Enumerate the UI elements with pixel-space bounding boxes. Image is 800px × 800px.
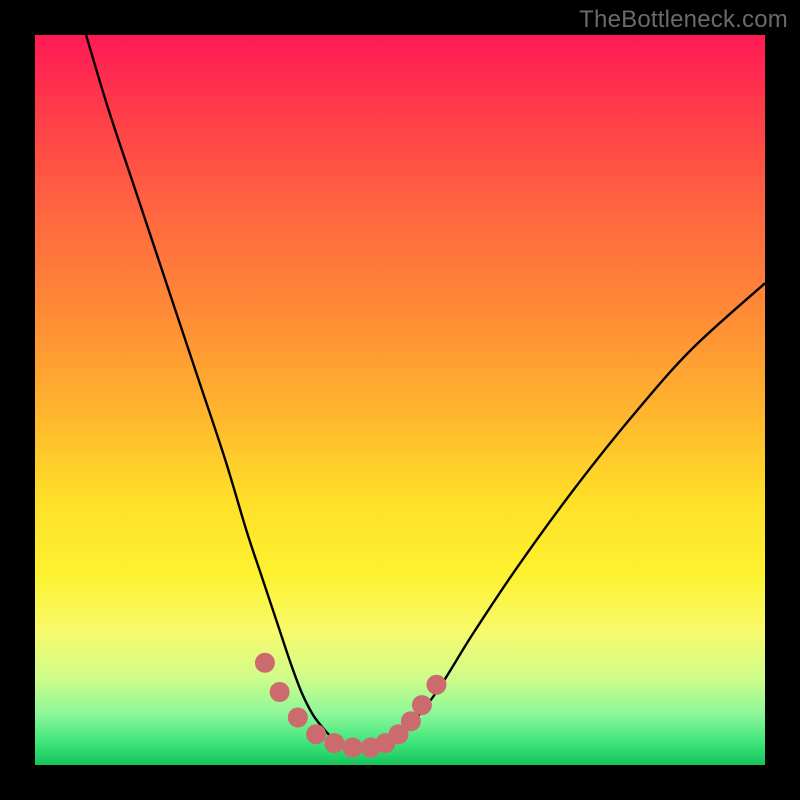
watermark-text: TheBottleneck.com <box>579 6 788 34</box>
highlight-dots-group <box>255 653 447 758</box>
highlight-dot <box>306 724 326 744</box>
curve-svg <box>35 35 765 765</box>
highlight-dot <box>343 738 363 758</box>
highlight-dot <box>288 708 308 728</box>
highlight-dot <box>255 653 275 673</box>
chart-frame: TheBottleneck.com <box>0 0 800 800</box>
highlight-dot <box>324 733 344 753</box>
highlight-dot <box>427 675 447 695</box>
bottleneck-curve-path <box>86 35 765 751</box>
highlight-dot <box>270 682 290 702</box>
plot-area <box>35 35 765 765</box>
highlight-dot <box>412 695 432 715</box>
